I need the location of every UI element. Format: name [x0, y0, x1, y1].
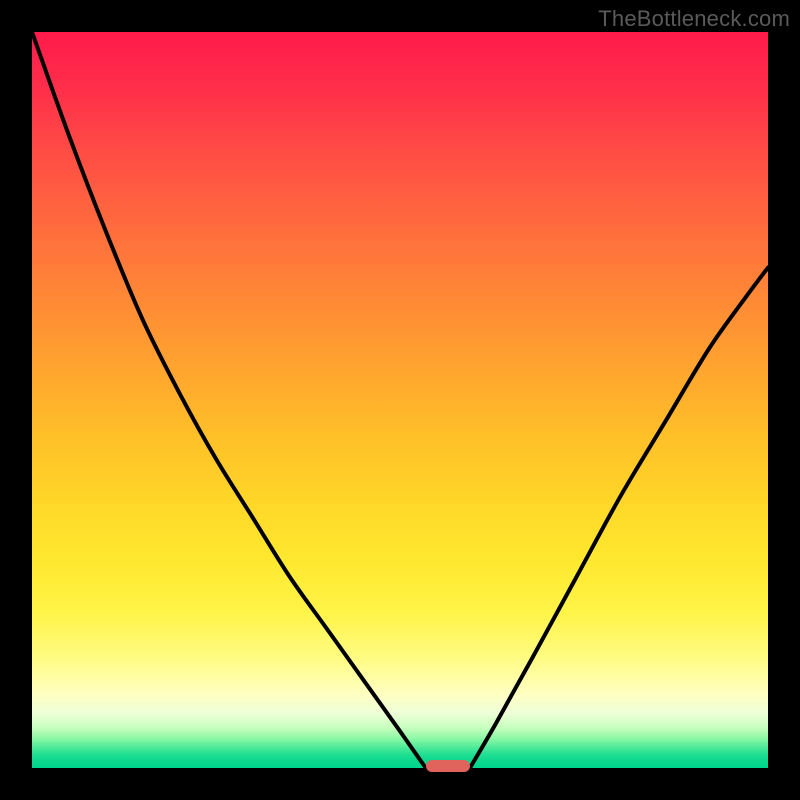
curve-right-branch — [470, 268, 768, 768]
bottleneck-curve — [32, 32, 768, 768]
watermark-text: TheBottleneck.com — [598, 6, 790, 32]
trough-marker — [426, 760, 470, 772]
curve-left-branch — [32, 32, 426, 768]
chart-frame: TheBottleneck.com — [0, 0, 800, 800]
plot-area — [32, 32, 768, 768]
